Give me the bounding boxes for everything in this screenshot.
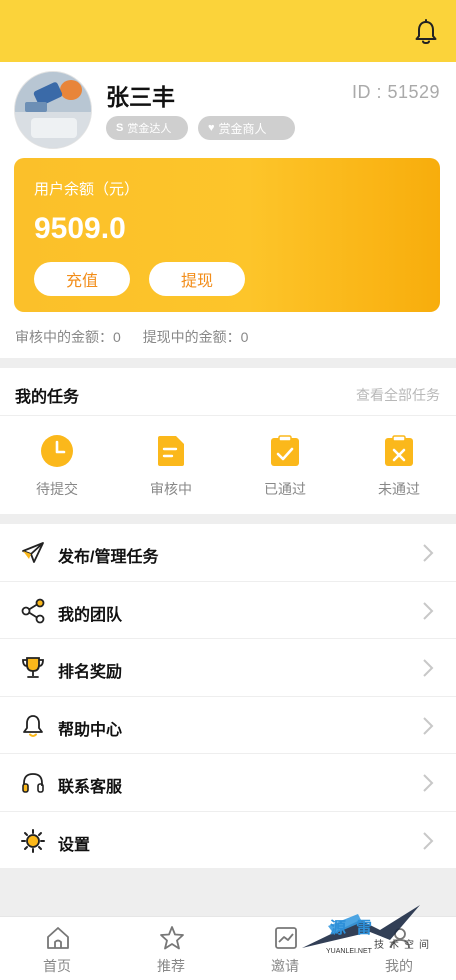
help-bell-icon	[23, 714, 43, 737]
chart-icon	[275, 927, 297, 949]
gear-icon	[21, 828, 45, 853]
clipboard-x-icon	[385, 435, 413, 466]
share-nodes-icon	[21, 598, 45, 623]
badge-label: 赏金达人	[127, 123, 172, 135]
chevron-right-icon	[423, 601, 434, 620]
menu-item-contact-support[interactable]: 联系客服	[0, 754, 456, 812]
menu-item-my-team[interactable]: 我的团队	[0, 581, 456, 639]
menu-label: 联系客服	[58, 779, 123, 796]
menu-label: 我的团队	[58, 606, 123, 624]
tab-label: 推荐	[157, 958, 185, 974]
s-badge-icon: S	[116, 122, 124, 134]
menu-label: 发布/管理任务	[58, 549, 159, 566]
chevron-right-icon	[423, 544, 434, 562]
badge-bounty-merchant: ♥ 赏金商人	[198, 116, 295, 140]
avatar-image	[15, 72, 91, 148]
task-pending-submit[interactable]: 待提交	[0, 416, 114, 514]
balance-label: 用户余额（元）	[34, 181, 140, 198]
user-name: 张三丰	[106, 84, 175, 110]
chevron-right-icon	[423, 716, 434, 735]
home-icon	[47, 927, 69, 949]
view-all-tasks-link[interactable]: 查看全部任务	[356, 385, 440, 405]
star-icon	[160, 926, 184, 950]
menu-label: 帮助中心	[58, 721, 123, 739]
chevron-right-icon	[423, 774, 434, 792]
balance-value: 9509.0	[34, 212, 126, 245]
badge-bounty-expert: S 赏金达人	[106, 116, 188, 140]
task-label: 审核中	[150, 481, 192, 497]
avatar[interactable]	[14, 71, 92, 149]
top-bar	[0, 0, 456, 62]
chevron-right-icon	[423, 659, 434, 677]
menu-label: 排名奖励	[58, 664, 123, 681]
balance-card: 用户余额（元） 9509.0 充值 提现	[14, 158, 440, 312]
bell-icon[interactable]	[412, 18, 440, 46]
tasks-title: 我的任务	[15, 389, 80, 406]
watermark: 源雷 技术空间 YUANLEI.NET	[300, 900, 450, 960]
clock-icon	[41, 435, 73, 467]
document-icon	[158, 436, 184, 466]
profile-section: 张三丰 ID : 51529 S 赏金达人 ♥ 赏金商人 用户余额（元） 950…	[0, 62, 456, 362]
pending-amounts: 审核中的金额：0 提现中的金额：0	[15, 327, 266, 347]
menu-list: 发布/管理任务 我的团队 排名奖励 帮助中心 联系客服 设置	[0, 524, 456, 869]
watermark-sub: 技术空间	[374, 940, 434, 951]
withdrawing-amount: 提现中的金额：0	[142, 329, 249, 345]
headset-icon	[22, 773, 44, 793]
tasks-header: 我的任务 查看全部任务	[0, 368, 456, 416]
chevron-right-icon	[423, 831, 434, 850]
task-label: 未通过	[378, 481, 420, 497]
paper-plane-icon	[22, 542, 44, 563]
tab-recommend[interactable]: 推荐	[114, 917, 228, 980]
menu-item-publish-manage-tasks[interactable]: 发布/管理任务	[0, 524, 456, 582]
task-rejected[interactable]: 未通过	[342, 416, 456, 514]
task-under-review[interactable]: 审核中	[114, 416, 228, 514]
menu-label: 设置	[58, 836, 91, 854]
recharge-button[interactable]: 充值	[34, 262, 130, 296]
tab-home[interactable]: 首页	[0, 917, 114, 980]
watermark-main: 源雷	[330, 920, 383, 937]
trophy-icon	[22, 657, 44, 678]
reviewing-amount: 审核中的金额：0	[15, 329, 121, 345]
watermark-url: YUANLEI.NET	[326, 948, 372, 955]
task-label: 待提交	[36, 481, 78, 497]
tab-label: 首页	[43, 958, 71, 974]
section-divider	[0, 514, 456, 524]
section-divider	[0, 358, 456, 368]
clipboard-check-icon	[271, 435, 299, 466]
menu-item-settings[interactable]: 设置	[0, 811, 456, 869]
task-label: 已通过	[264, 481, 306, 497]
withdraw-button[interactable]: 提现	[149, 262, 245, 296]
menu-item-help-center[interactable]: 帮助中心	[0, 696, 456, 754]
heart-icon: ♥	[208, 122, 215, 134]
badge-label: 赏金商人	[218, 121, 267, 136]
user-id: ID : 51529	[351, 82, 440, 102]
menu-item-ranking-rewards[interactable]: 排名奖励	[0, 639, 456, 697]
task-approved[interactable]: 已通过	[228, 416, 342, 514]
task-status-row: 待提交 审核中 已通过 未通过	[0, 416, 456, 514]
